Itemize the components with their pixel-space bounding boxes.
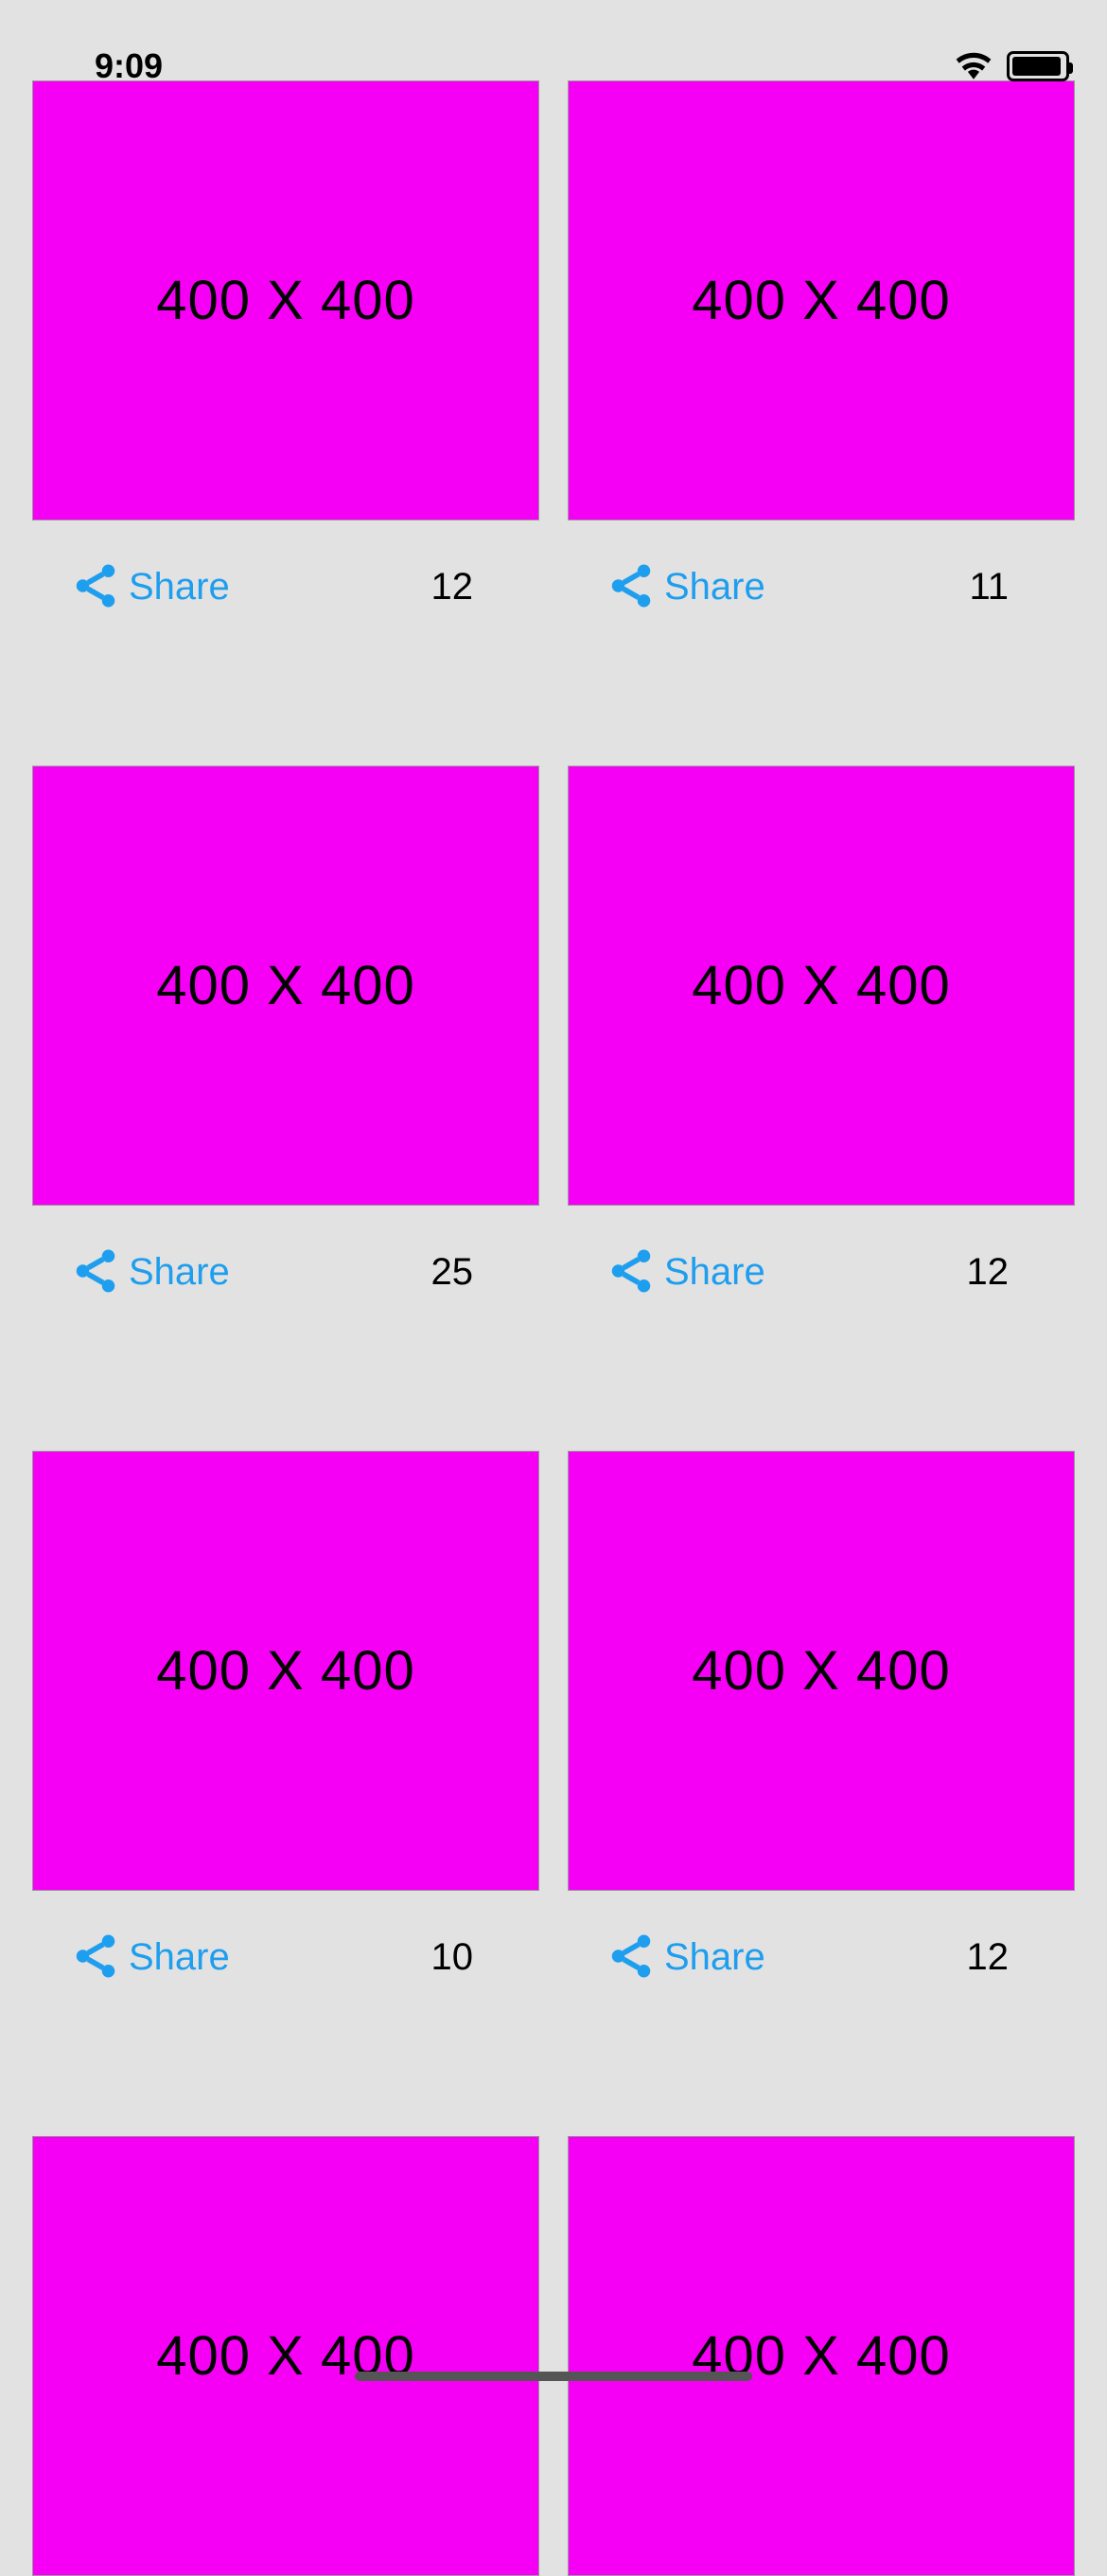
share-button[interactable]: Share [606,1931,765,1985]
share-button[interactable]: Share [606,560,765,614]
share-icon [70,1245,121,1299]
grid-card: 400 X 400 Share 11 [568,80,1075,614]
card-footer: Share 12 [568,1206,1075,1299]
share-icon [606,1931,657,1985]
share-icon [606,1245,657,1299]
card-footer: Share 12 [32,520,539,614]
share-icon [70,560,121,614]
grid-card: 400 X 400 [568,2136,1075,2576]
home-indicator[interactable] [355,2372,752,2381]
status-time: 9:09 [95,46,163,86]
share-label: Share [664,566,765,609]
share-count: 12 [967,1251,1010,1294]
share-label: Share [664,1936,765,1979]
status-indicators [954,49,1069,84]
image-grid[interactable]: 400 X 400 Share 12 400 X 400 [0,0,1107,2576]
share-button[interactable]: Share [606,1245,765,1299]
grid-card: 400 X 400 Share 10 [32,1451,539,1985]
image-placeholder[interactable]: 400 X 400 [568,766,1075,1206]
share-count: 11 [969,566,1009,609]
share-label: Share [664,1251,765,1294]
card-footer: Share 10 [32,1891,539,1985]
share-count: 12 [967,1936,1010,1979]
image-placeholder[interactable]: 400 X 400 [568,1451,1075,1891]
share-button[interactable]: Share [70,560,230,614]
card-footer: Share 12 [568,1891,1075,1985]
share-label: Share [129,1251,230,1294]
image-placeholder[interactable]: 400 X 400 [32,2136,539,2576]
share-button[interactable]: Share [70,1931,230,1985]
image-placeholder[interactable]: 400 X 400 [32,1451,539,1891]
card-footer: Share 25 [32,1206,539,1299]
share-count: 12 [431,566,474,609]
grid-card: 400 X 400 Share 12 [568,1451,1075,1985]
card-footer: Share 11 [568,520,1075,614]
share-label: Share [129,1936,230,1979]
image-placeholder[interactable]: 400 X 400 [568,80,1075,520]
image-placeholder[interactable]: 400 X 400 [568,2136,1075,2576]
share-button[interactable]: Share [70,1245,230,1299]
status-bar: 9:09 [0,0,1107,104]
grid-card: 400 X 400 Share 12 [32,80,539,614]
share-icon [70,1931,121,1985]
grid-card: 400 X 400 Share 12 [568,766,1075,1299]
battery-icon [1007,51,1069,81]
grid-card: 400 X 400 Share 25 [32,766,539,1299]
share-count: 25 [431,1251,474,1294]
share-count: 10 [431,1936,474,1979]
share-label: Share [129,566,230,609]
wifi-icon [954,49,993,84]
grid-card: 400 X 400 [32,2136,539,2576]
image-placeholder[interactable]: 400 X 400 [32,80,539,520]
share-icon [606,560,657,614]
image-placeholder[interactable]: 400 X 400 [32,766,539,1206]
